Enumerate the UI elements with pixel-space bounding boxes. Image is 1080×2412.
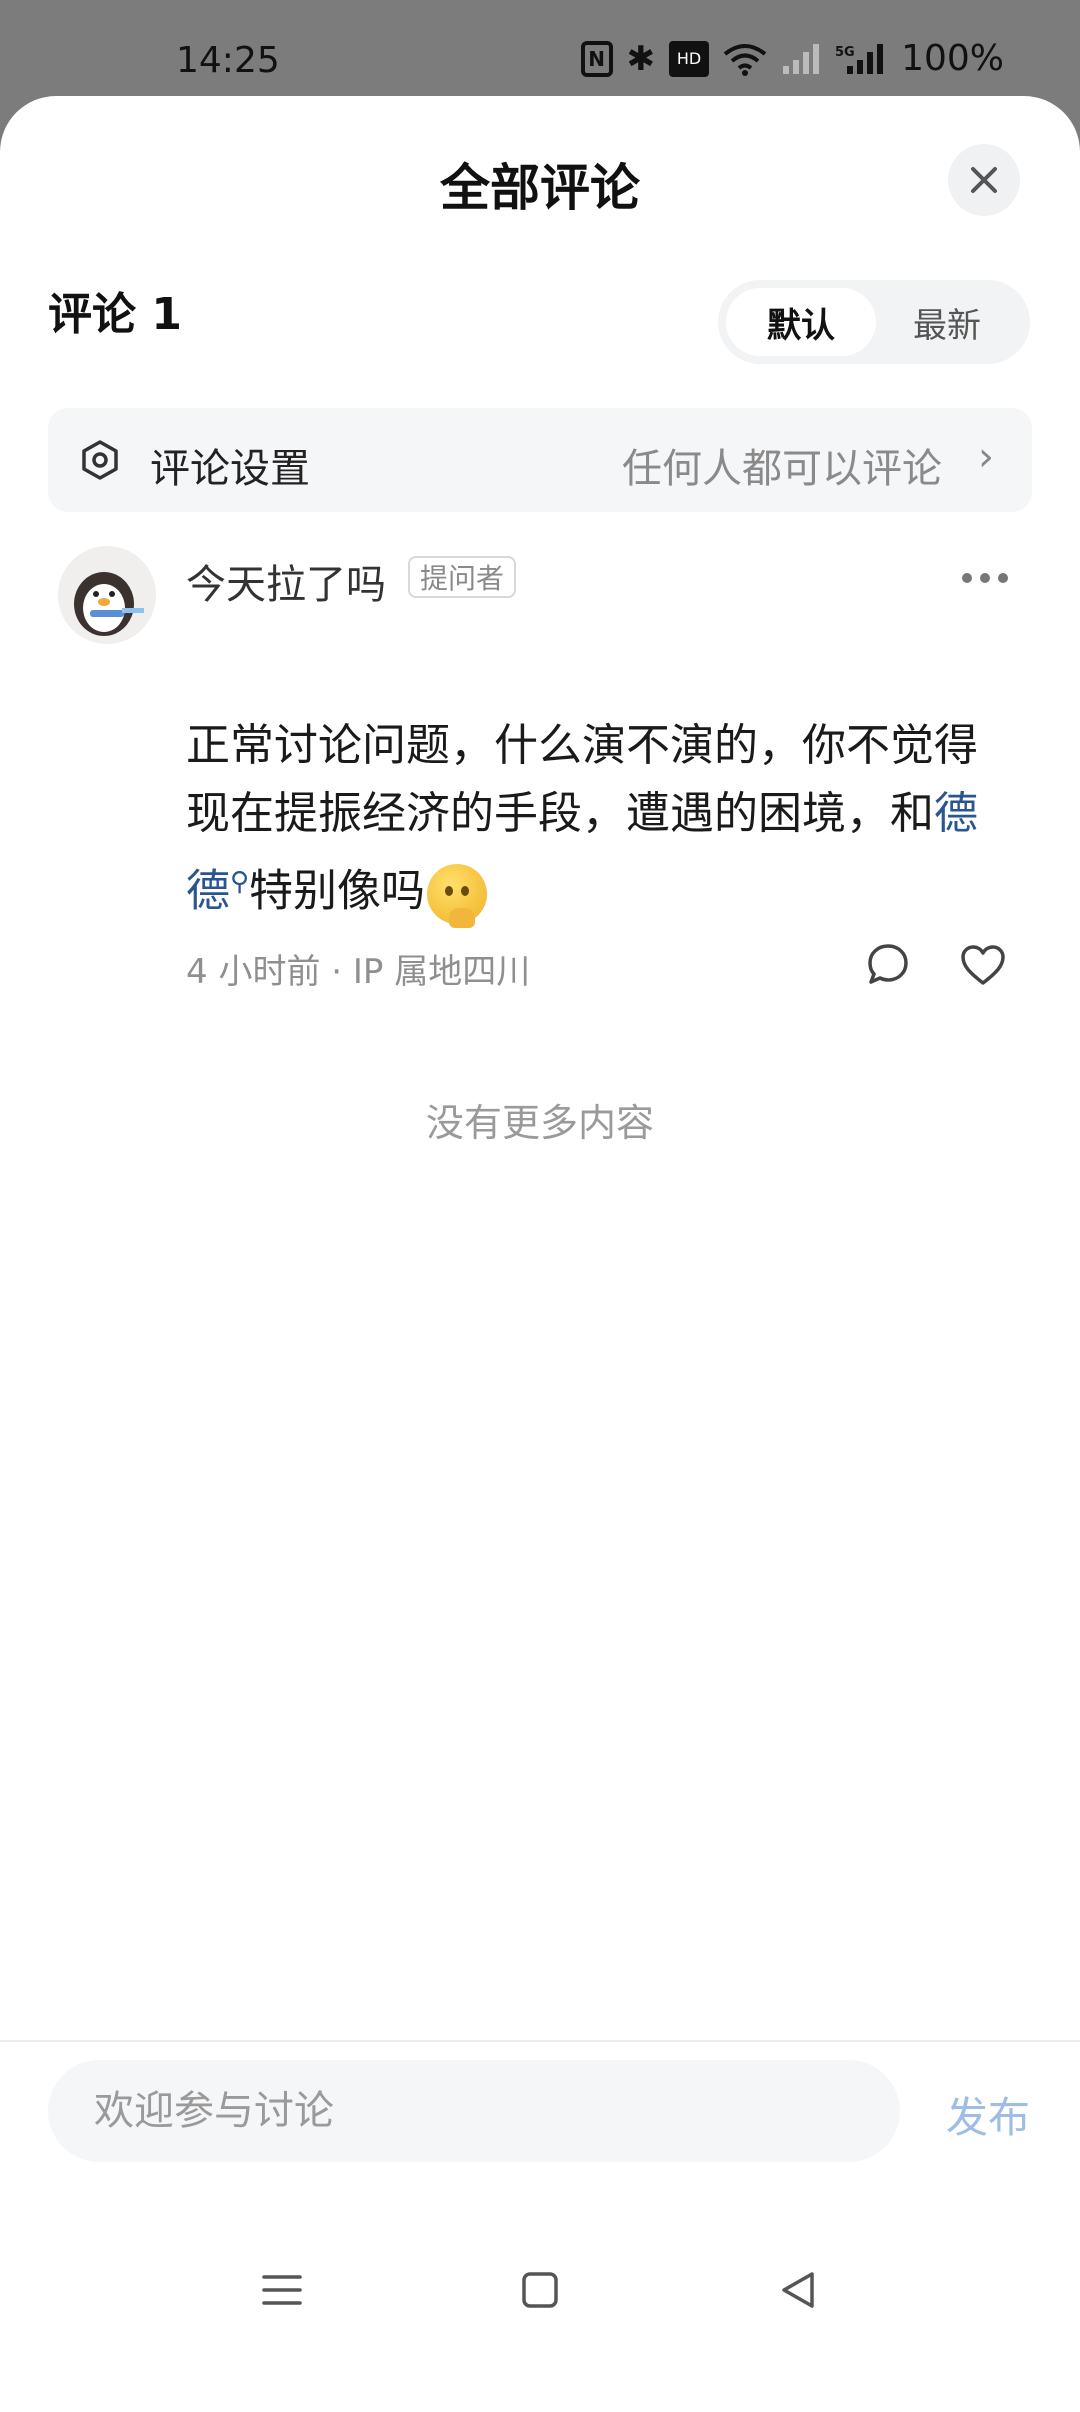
bluetooth-icon: ✱ <box>626 38 656 79</box>
system-nav-bar <box>0 2250 1080 2370</box>
status-time: 14:25 <box>176 40 280 81</box>
comment-count: 评论 1 <box>48 289 182 340</box>
back-nav-button[interactable] <box>758 2250 838 2330</box>
back-triangle-icon <box>782 2272 814 2308</box>
menu-nav-button[interactable] <box>242 2250 322 2330</box>
wifi-icon <box>723 41 767 77</box>
asker-badge: 提问者 <box>408 556 517 598</box>
comment-text-part1: 正常讨论问题，什么演不演的，你不觉得现在提振经济的手段，遭遇的困境，和 <box>186 720 978 839</box>
home-square-icon <box>522 2272 558 2308</box>
status-icons: N ✱ HD 5G 100% <box>580 38 1004 79</box>
signal-sim1-icon <box>781 41 821 77</box>
more-options-button[interactable] <box>962 568 1016 587</box>
battery-level: 100% <box>901 38 1004 79</box>
status-bar: 14:25 N ✱ HD 5G 100% <box>0 0 1080 96</box>
sort-latest-button[interactable]: 最新 <box>872 288 1022 356</box>
close-button[interactable] <box>948 144 1020 216</box>
more-dot-icon <box>980 573 990 583</box>
sheet-title: 全部评论 <box>440 159 640 217</box>
hd-voice-icon: HD <box>669 40 710 77</box>
comments-sheet: 全部评论 评论 1 默认 最新 评论设置 任何人都可以评论 › 今天拉了吗 提问… <box>0 96 1080 2412</box>
search-link-icon[interactable]: ⚲ <box>230 867 249 897</box>
reply-icon[interactable] <box>866 942 910 986</box>
composer-divider <box>0 2040 1080 2042</box>
penguin-avatar-icon <box>58 546 156 644</box>
signal-5g-icon: 5G <box>835 41 887 77</box>
publish-button[interactable]: 发布 <box>946 2084 1030 2145</box>
sort-toggle: 默认 最新 <box>718 280 1030 364</box>
comment-meta: 4 小时前 · IP 属地四川 <box>186 952 531 992</box>
close-icon <box>971 167 997 193</box>
more-dot-icon <box>962 573 972 583</box>
comment-text: 正常讨论问题，什么演不演的，你不觉得现在提振经济的手段，遭遇的困境，和德德⚲特别… <box>186 712 1016 928</box>
list-end-text: 没有更多内容 <box>425 1101 654 1145</box>
settings-value: 任何人都可以评论 <box>622 446 942 492</box>
comment-username[interactable]: 今天拉了吗 <box>186 552 386 610</box>
nfc-icon: N <box>580 40 613 77</box>
thinking-face-emoji-icon <box>427 863 488 928</box>
menu-icon <box>262 2275 302 2305</box>
comment-input[interactable] <box>48 2060 900 2162</box>
svg-text:5G: 5G <box>835 45 855 60</box>
chevron-right-icon: › <box>978 434 994 480</box>
home-nav-button[interactable] <box>500 2250 580 2330</box>
settings-label: 评论设置 <box>150 446 310 492</box>
comment-settings-row[interactable]: 评论设置 任何人都可以评论 › <box>48 408 1032 512</box>
comment-text-part2: 特别像吗 <box>249 865 426 917</box>
settings-hexagon-icon <box>82 440 118 480</box>
heart-icon[interactable] <box>960 944 1006 986</box>
avatar[interactable] <box>58 546 156 644</box>
more-dot-icon <box>998 573 1008 583</box>
sort-default-button[interactable]: 默认 <box>726 288 876 356</box>
